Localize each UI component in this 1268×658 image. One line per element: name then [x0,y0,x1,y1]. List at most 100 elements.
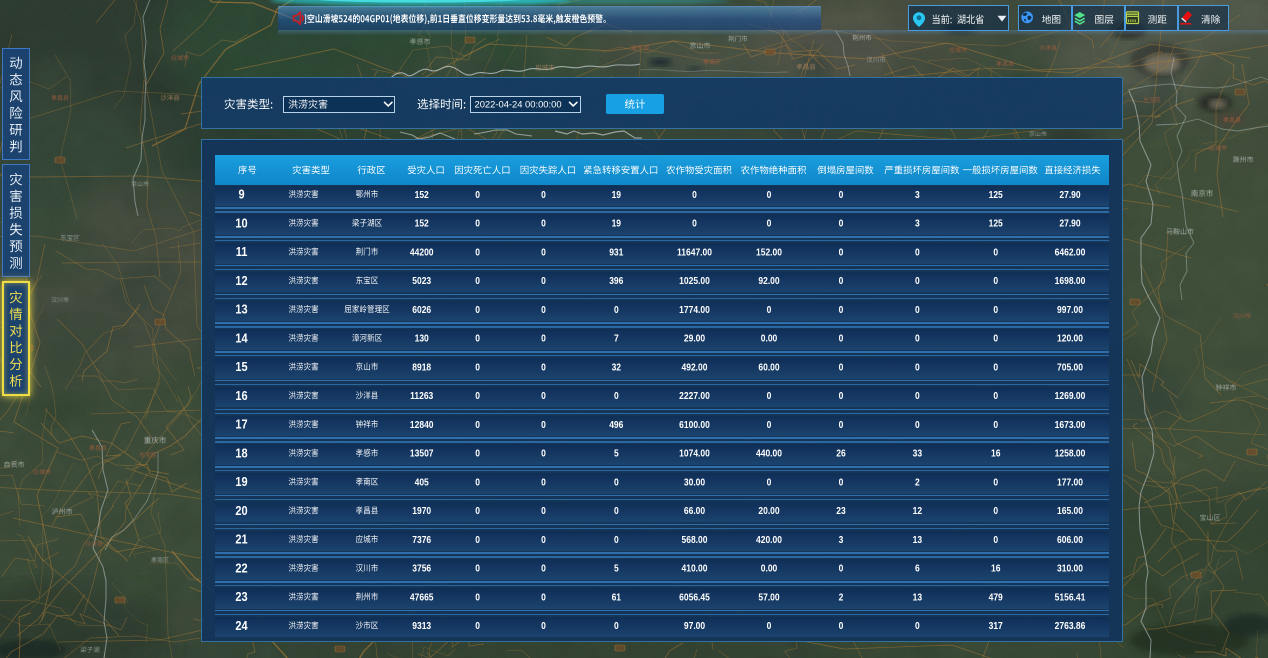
svg-text:0: 0 [475,218,480,229]
svg-text:0: 0 [541,390,546,401]
svg-text:0: 0 [614,620,619,631]
svg-text:0: 0 [839,189,844,200]
svg-text:27.90: 27.90 [1059,189,1080,200]
svg-text:997.00: 997.00 [1057,304,1083,315]
svg-text:0: 0 [541,333,546,344]
svg-text:7376: 7376 [412,534,431,545]
svg-text:6: 6 [915,563,920,574]
svg-text:0: 0 [541,620,546,631]
svg-text:0: 0 [541,247,546,258]
svg-text:0: 0 [541,448,546,459]
svg-text:0: 0 [614,390,619,401]
svg-text:0: 0 [541,189,546,200]
svg-text:13: 13 [913,534,922,545]
svg-text:0: 0 [993,333,998,344]
svg-text:1673.00: 1673.00 [1055,419,1086,430]
svg-text:0: 0 [475,247,480,258]
svg-text:0: 0 [993,419,998,430]
svg-text:0: 0 [767,189,772,200]
svg-text:0: 0 [993,304,998,315]
svg-text:0: 0 [614,534,619,545]
svg-text:0.00: 0.00 [761,563,778,574]
svg-text:1698.00: 1698.00 [1055,275,1086,286]
svg-text:0: 0 [475,304,480,315]
svg-text:0: 0 [767,390,772,401]
svg-text:21: 21 [235,533,248,547]
svg-text:57.00: 57.00 [758,592,779,603]
svg-text:0: 0 [993,247,998,258]
svg-text:0: 0 [839,247,844,258]
svg-text:9: 9 [238,188,245,202]
svg-text:2022-04-24 00:00:00: 2022-04-24 00:00:00 [475,99,562,110]
svg-text:0: 0 [915,390,920,401]
svg-text:0: 0 [614,477,619,488]
svg-text:0: 0 [839,304,844,315]
svg-text:0: 0 [692,189,697,200]
svg-text:0: 0 [475,448,480,459]
svg-text:12: 12 [913,505,922,516]
svg-text:705.00: 705.00 [1057,362,1083,373]
svg-text:120.00: 120.00 [1057,333,1083,344]
svg-text:13: 13 [913,592,922,603]
svg-text:0: 0 [993,477,998,488]
svg-text:1074.00: 1074.00 [679,448,710,459]
svg-text:440.00: 440.00 [756,448,782,459]
svg-text:3: 3 [839,534,844,545]
svg-text:152.00: 152.00 [756,247,782,258]
svg-text:11: 11 [236,245,248,259]
svg-text:0: 0 [839,390,844,401]
svg-text:16: 16 [991,448,1000,459]
svg-text:61: 61 [612,592,621,603]
svg-text:0: 0 [475,333,480,344]
svg-text:410.00: 410.00 [682,563,708,574]
svg-text:2: 2 [915,477,920,488]
svg-text:0: 0 [915,620,920,631]
svg-text:6026: 6026 [412,304,431,315]
svg-text:0: 0 [541,275,546,286]
svg-text:0: 0 [475,362,480,373]
svg-text:16: 16 [991,563,1000,574]
svg-text:1269.00: 1269.00 [1055,390,1086,401]
svg-text:0: 0 [915,275,920,286]
svg-text:2763.86: 2763.86 [1055,620,1086,631]
svg-text:0: 0 [839,620,844,631]
svg-text:20.00: 20.00 [758,505,779,516]
svg-text:0: 0 [475,275,480,286]
svg-text:29.00: 29.00 [684,333,705,344]
svg-text:317: 317 [989,620,1003,631]
svg-text:97.00: 97.00 [684,620,705,631]
svg-text:177.00: 177.00 [1057,477,1083,488]
svg-text:0: 0 [839,419,844,430]
svg-text:0: 0 [541,218,546,229]
svg-text:7: 7 [614,333,619,344]
svg-text:0: 0 [767,620,772,631]
svg-text:165.00: 165.00 [1057,505,1083,516]
svg-text:0: 0 [541,362,546,373]
svg-text:6056.45: 6056.45 [679,592,710,603]
svg-text:0: 0 [915,304,920,315]
svg-text:0: 0 [475,477,480,488]
svg-text:15: 15 [235,360,248,374]
svg-text:396: 396 [609,275,623,286]
svg-text:0: 0 [475,563,480,574]
svg-text:5: 5 [614,563,619,574]
svg-text:0: 0 [915,362,920,373]
svg-text:0: 0 [839,218,844,229]
svg-text:130: 130 [415,333,429,344]
svg-text:66.00: 66.00 [684,505,705,516]
svg-text:12840: 12840 [410,419,434,430]
svg-text:0: 0 [993,390,998,401]
svg-text:0: 0 [541,304,546,315]
svg-text:14: 14 [235,332,248,346]
svg-text:33: 33 [913,448,922,459]
svg-text:23: 23 [235,590,248,604]
svg-text:47665: 47665 [410,592,434,603]
svg-text:3756: 3756 [412,563,431,574]
svg-text:12: 12 [235,274,248,288]
svg-text:310.00: 310.00 [1057,563,1083,574]
svg-text:125: 125 [989,189,1003,200]
svg-text:0: 0 [541,419,546,430]
svg-text:2227.00: 2227.00 [679,390,710,401]
svg-text:9313: 9313 [412,620,431,631]
svg-text:16: 16 [235,389,248,403]
